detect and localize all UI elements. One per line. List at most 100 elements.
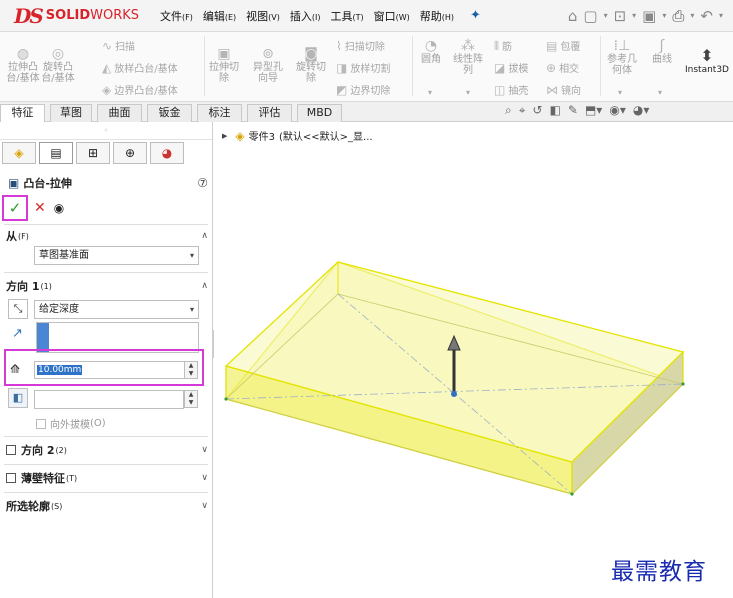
- tab-sheet-metal[interactable]: 钣金: [147, 104, 192, 122]
- zoom-to-area-icon[interactable]: ⌖: [519, 103, 526, 118]
- boundary-boss-button[interactable]: ◈ 边界凸台/基体: [102, 82, 178, 97]
- selected-contours-header[interactable]: 所选轮廓 (S) ∨: [6, 498, 208, 514]
- chevron-down-icon[interactable]: ▾: [658, 88, 662, 97]
- dynamic-annotation-icon[interactable]: ✎: [568, 103, 578, 118]
- zoom-to-fit-icon[interactable]: ⌕: [505, 103, 512, 118]
- tab-sketch[interactable]: 草图: [50, 104, 92, 122]
- depth-spinner[interactable]: ▲ ▼: [184, 361, 198, 379]
- chevron-down-icon[interactable]: ▾: [428, 88, 432, 97]
- chevron-up-icon[interactable]: ∧: [201, 231, 208, 241]
- feature-header: ▣ 凸台-拉伸 ⑦: [8, 174, 208, 192]
- save-icon[interactable]: ▣: [642, 7, 656, 25]
- from-group-header[interactable]: 从 (F) ∧: [6, 228, 208, 244]
- chevron-down-icon[interactable]: ▾: [662, 11, 666, 20]
- tab-mbd[interactable]: MBD: [297, 104, 342, 122]
- tab-surfaces[interactable]: 曲面: [97, 104, 142, 122]
- ok-button[interactable]: ✓: [2, 195, 28, 221]
- menu-help[interactable]: 帮助(H): [420, 8, 454, 24]
- configuration-manager-tab[interactable]: ⊞: [76, 142, 110, 164]
- loft-icon: ◭: [102, 61, 112, 75]
- curves-button[interactable]: ʃ 曲线: [645, 38, 679, 65]
- hole-wizard-button[interactable]: ⊚ 异型孔 向导: [248, 46, 288, 84]
- draft-angle-spinner[interactable]: ▲ ▼: [184, 390, 198, 408]
- ribbon-divider: [412, 36, 413, 96]
- pin-icon[interactable]: ✦: [470, 8, 481, 23]
- depth-input[interactable]: 10.00mm: [34, 361, 196, 379]
- wrap-button[interactable]: ▤ 包覆: [546, 38, 580, 53]
- revolve-boss-button[interactable]: ◎ 旋转凸 台/基体: [40, 46, 76, 84]
- chevron-down-icon[interactable]: ▾: [618, 88, 622, 97]
- extrude-cut-button[interactable]: ▣ 拉伸切 除: [208, 46, 240, 84]
- menu-view[interactable]: 视图(V): [246, 8, 280, 24]
- tab-features[interactable]: 特征: [0, 104, 45, 122]
- cancel-button[interactable]: ✕: [34, 200, 46, 216]
- reference-geometry-button[interactable]: ⁞⊥ 参考几 何体: [603, 38, 641, 76]
- property-manager-tab[interactable]: ▤: [39, 142, 73, 164]
- intersect-button[interactable]: ⊕ 相交: [546, 60, 579, 75]
- preview-eye-icon[interactable]: ◉: [54, 201, 64, 215]
- direction1-group-header[interactable]: 方向 1 (1) ∧: [6, 278, 208, 294]
- menu-tools[interactable]: 工具(T): [330, 8, 363, 24]
- loft-button[interactable]: ◭ 放样凸台/基体: [102, 60, 178, 75]
- linear-pattern-button[interactable]: ⁂ 线性阵 列: [450, 38, 486, 76]
- menu-window[interactable]: 窗口(W): [374, 8, 410, 24]
- panel-grip[interactable]: ◦: [0, 122, 212, 140]
- hide-show-items-icon[interactable]: ◕▾: [633, 103, 650, 118]
- chevron-down-icon[interactable]: ▾: [604, 11, 608, 20]
- chevron-down-icon: ▾: [189, 251, 194, 260]
- open-file-icon[interactable]: ⊡: [614, 7, 627, 25]
- extrude-boss-button[interactable]: ◍ 拉伸凸 台/基体: [6, 46, 40, 84]
- direction2-group-header[interactable]: 方向 2 (2) ∨: [6, 442, 208, 458]
- new-document-icon[interactable]: ▢: [583, 7, 597, 25]
- loft-cut-button[interactable]: ◨ 放样切割: [336, 60, 390, 75]
- help-icon[interactable]: ⑦: [197, 176, 208, 190]
- shell-button[interactable]: ◫ 抽壳: [494, 82, 528, 97]
- tab-markup[interactable]: 标注: [197, 104, 242, 122]
- chevron-down-icon[interactable]: ▾: [466, 88, 470, 97]
- chevron-down-icon[interactable]: ∨: [201, 445, 208, 455]
- feature-manager-tab[interactable]: ◈: [2, 142, 36, 164]
- menu-edit[interactable]: 编辑(E): [203, 8, 236, 24]
- chevron-down-icon[interactable]: ▾: [719, 11, 723, 20]
- chevron-down-icon[interactable]: ∨: [201, 473, 208, 483]
- revolve-cut-button[interactable]: ◙ 旋转切 除: [292, 46, 330, 84]
- feature-title: 凸台-拉伸: [23, 177, 72, 190]
- direction2-checkbox[interactable]: [6, 445, 16, 455]
- sweep-cut-button[interactable]: ⌇ 扫描切除: [336, 38, 385, 53]
- dimxpert-tab[interactable]: ⊕: [113, 142, 147, 164]
- menu-insert[interactable]: 插入(I): [290, 8, 321, 24]
- boundary-cut-icon: ◩: [336, 83, 348, 97]
- end-condition-select[interactable]: 给定深度 ▾: [34, 300, 199, 319]
- sweep-button[interactable]: ∿ 扫描: [102, 38, 135, 53]
- display-manager-tab[interactable]: ◕: [150, 142, 184, 164]
- draft-button[interactable]: ◪ 拔模: [494, 60, 528, 75]
- thin-feature-header[interactable]: 薄壁特征 (T) ∨: [6, 470, 208, 486]
- display-style-icon[interactable]: ◉▾: [609, 103, 626, 118]
- mirror-button[interactable]: ⋈ 镜向: [546, 82, 581, 97]
- print-icon[interactable]: ⎙: [672, 7, 684, 25]
- rib-button[interactable]: ⫴ 筋: [494, 38, 512, 54]
- view-orientation-icon[interactable]: ⬒▾: [585, 103, 602, 118]
- chevron-down-icon[interactable]: ▾: [690, 11, 694, 20]
- draft-toggle-button[interactable]: ◧: [8, 388, 28, 408]
- chevron-down-icon[interactable]: ▾: [632, 11, 636, 20]
- section-view-icon[interactable]: ◧: [550, 103, 561, 118]
- undo-icon[interactable]: ↶: [700, 7, 713, 25]
- draft-angle-input[interactable]: [34, 390, 184, 409]
- instant3d-icon: ⬍: [700, 46, 714, 65]
- previous-view-icon[interactable]: ↺: [533, 103, 543, 118]
- fillet-button[interactable]: ◔ 圆角: [416, 38, 446, 65]
- draft-outward-checkbox[interactable]: 向外拔模 (O): [36, 416, 106, 431]
- graphics-area[interactable]: ▶ ◈ 零件3 (默认<<默认>_显... 最需教育: [214, 122, 733, 598]
- from-select[interactable]: 草图基准面 ▾: [34, 246, 199, 265]
- reverse-direction-button[interactable]: ⤡: [8, 299, 28, 319]
- chevron-down-icon[interactable]: ∨: [201, 501, 208, 511]
- menu-file[interactable]: 文件(F): [160, 8, 193, 24]
- chevron-up-icon[interactable]: ∧: [201, 281, 208, 291]
- boundary-cut-button[interactable]: ◩ 边界切除: [336, 82, 390, 97]
- thin-feature-checkbox[interactable]: [6, 473, 16, 483]
- loft-cut-icon: ◨: [336, 61, 348, 75]
- instant3d-button[interactable]: ⬍ Instant3D: [682, 46, 732, 75]
- tab-evaluate[interactable]: 评估: [247, 104, 292, 122]
- home-icon[interactable]: ⌂: [568, 7, 578, 25]
